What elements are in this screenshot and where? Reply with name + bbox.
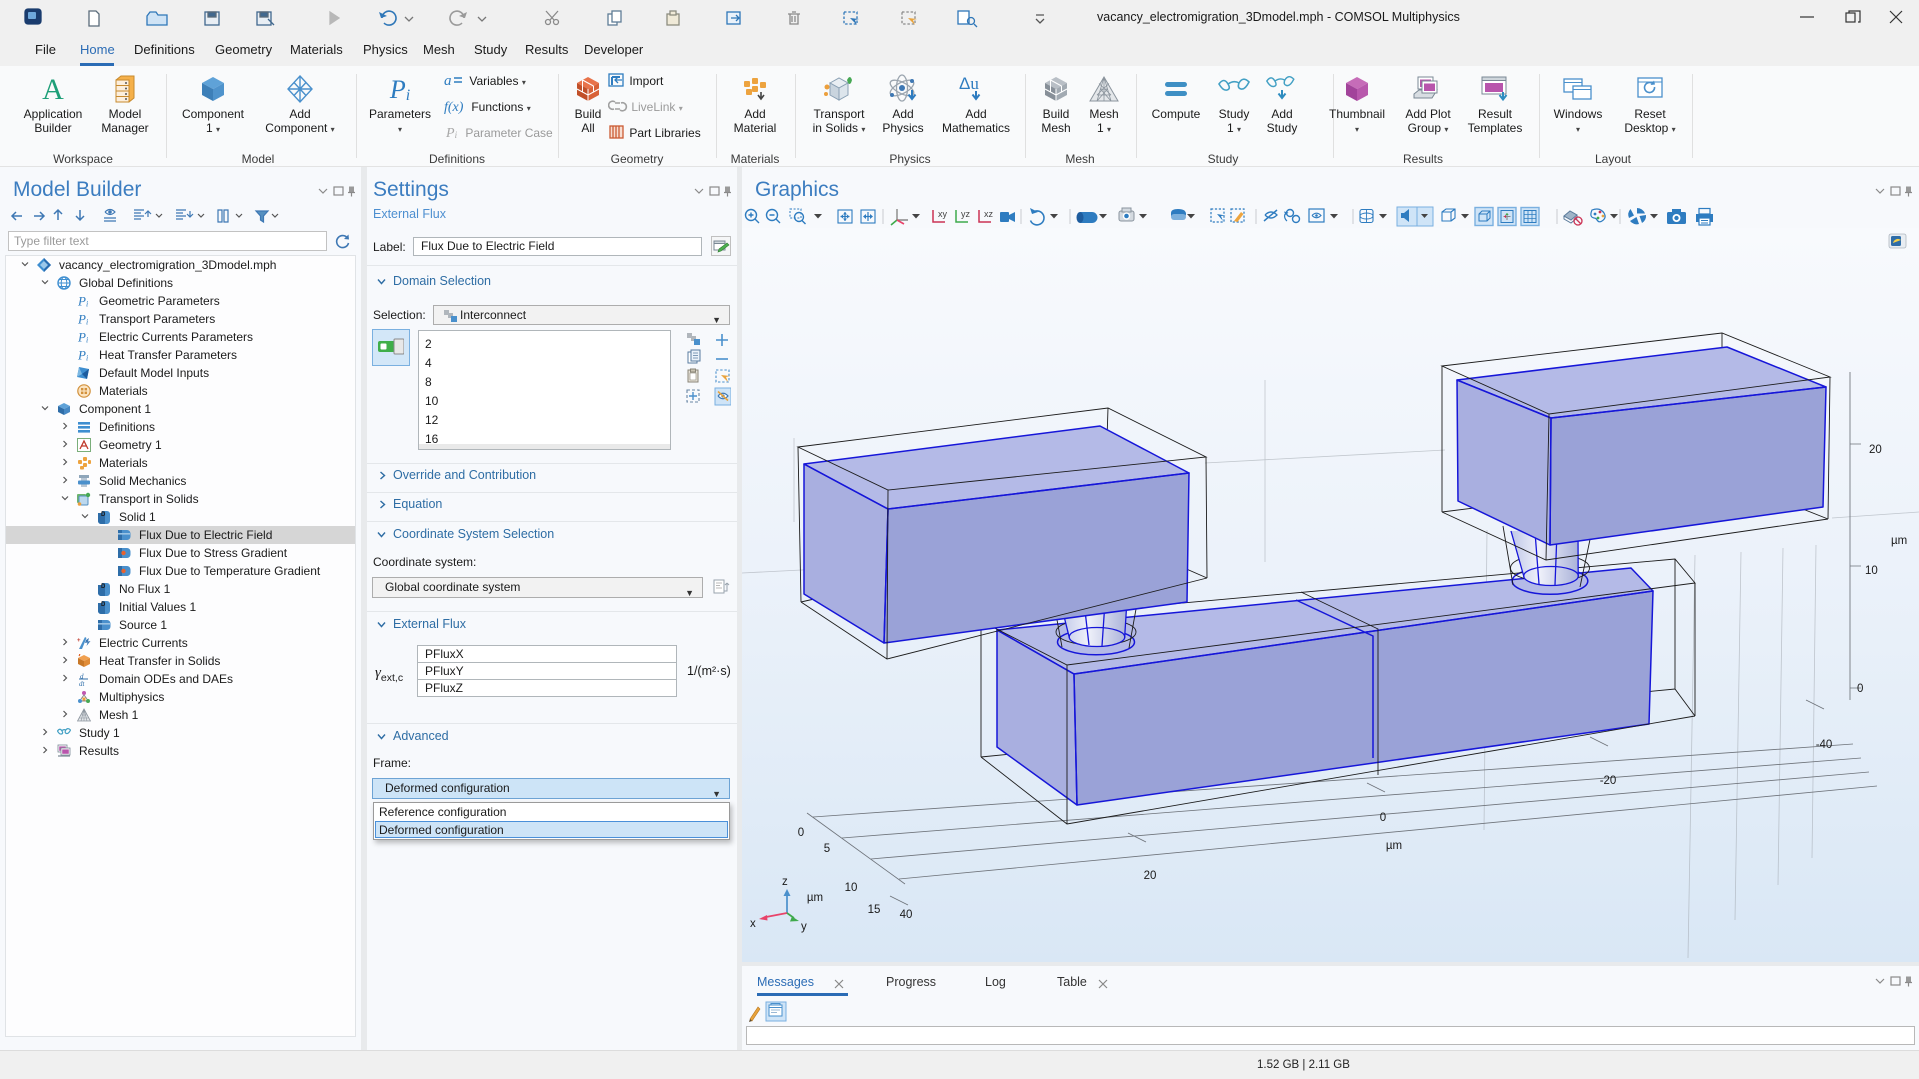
- svg-text:xz: xz: [984, 209, 994, 219]
- svg-text:10: 10: [845, 882, 858, 894]
- svg-text:xy: xy: [938, 209, 948, 219]
- svg-text:a: a: [444, 73, 452, 88]
- svg-text:0: 0: [1380, 812, 1386, 824]
- svg-text:Δu: Δu: [959, 74, 979, 93]
- svg-text:µm: µm: [1386, 840, 1402, 852]
- svg-text:Pi: Pi: [445, 126, 458, 140]
- svg-text:-40: -40: [1816, 739, 1833, 751]
- svg-text:40: 40: [900, 909, 913, 921]
- svg-text:15: 15: [868, 904, 881, 916]
- svg-text:-20: -20: [1600, 775, 1617, 787]
- svg-text:yz: yz: [961, 209, 971, 219]
- svg-text:µm: µm: [807, 892, 823, 904]
- svg-text:20: 20: [1144, 870, 1157, 882]
- svg-text:x: x: [750, 918, 756, 930]
- svg-text:µm: µm: [1891, 535, 1907, 547]
- svg-text:Pi: Pi: [389, 75, 410, 104]
- svg-text:f(x): f(x): [444, 100, 464, 114]
- svg-text:10: 10: [1865, 565, 1878, 577]
- svg-text:z: z: [782, 876, 788, 888]
- svg-text:0: 0: [798, 827, 804, 839]
- svg-text:y: y: [801, 921, 807, 933]
- svg-text:20: 20: [1869, 444, 1882, 456]
- svg-text:0: 0: [1857, 683, 1863, 695]
- svg-text:5: 5: [824, 843, 830, 855]
- svg-text:A: A: [42, 74, 64, 104]
